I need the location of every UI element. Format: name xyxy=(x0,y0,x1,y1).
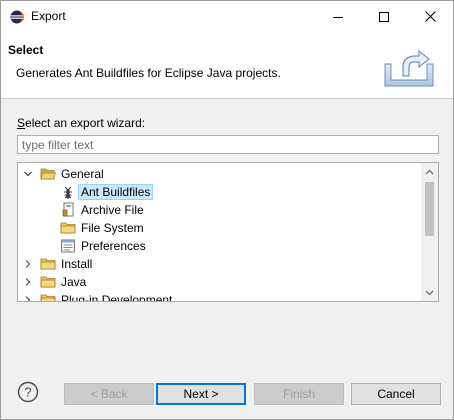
next-button[interactable]: Next > xyxy=(156,383,246,405)
export-dialog: Export Select Generates Ant Buildfiles f… xyxy=(0,0,454,420)
page-description: Generates Ant Buildfiles for Eclipse Jav… xyxy=(16,66,281,80)
chevron-right-icon[interactable] xyxy=(23,277,33,287)
wizard-content: Select an export wizard: General xyxy=(1,99,453,362)
close-icon xyxy=(424,11,436,22)
tree-item-general[interactable]: General xyxy=(18,165,422,183)
chevron-right-icon[interactable] xyxy=(23,259,33,269)
folder-icon xyxy=(40,258,56,270)
folder-open-icon xyxy=(40,168,56,180)
wizard-tree[interactable]: General Ant Buildfiles Archive File File… xyxy=(17,162,439,302)
eclipse-icon xyxy=(10,10,24,24)
chevron-down-icon[interactable] xyxy=(23,169,33,179)
title-bar: Export xyxy=(1,1,453,32)
tree-label: Ant Buildfiles xyxy=(78,184,154,200)
tree-item-ant-buildfiles[interactable]: Ant Buildfiles xyxy=(18,183,422,201)
folder-icon xyxy=(40,294,56,301)
tree-label: Install xyxy=(61,257,93,271)
tree-item-java[interactable]: Java xyxy=(18,273,422,291)
wizard-banner: Select Generates Ant Buildfiles for Ecli… xyxy=(1,32,453,98)
page-title: Select xyxy=(8,43,44,57)
folder-icon xyxy=(60,222,76,234)
chevron-down-icon xyxy=(425,290,434,295)
tree-vertical-scrollbar[interactable] xyxy=(421,163,438,301)
export-wizard-icon xyxy=(384,49,434,87)
archive-icon xyxy=(62,202,74,217)
ant-icon xyxy=(64,186,72,199)
tree-label: Plug-in Development xyxy=(61,293,173,302)
folder-icon xyxy=(40,276,56,288)
minimize-button[interactable] xyxy=(315,1,361,32)
scrollbar-thumb[interactable] xyxy=(425,182,434,236)
maximize-icon xyxy=(379,11,389,22)
tree-item-file-system[interactable]: File System xyxy=(18,219,422,237)
tree-label: Preferences xyxy=(81,239,146,253)
tree-label: Java xyxy=(61,275,87,289)
tree-item-archive-file[interactable]: Archive File xyxy=(18,201,422,219)
cancel-button[interactable]: Cancel xyxy=(351,383,441,405)
wizard-list-label: Select an export wizard: xyxy=(17,116,146,130)
preferences-icon xyxy=(61,239,75,253)
window-title: Export xyxy=(31,9,66,23)
tree-item-install[interactable]: Install xyxy=(18,255,422,273)
back-button[interactable]: < Back xyxy=(64,383,154,405)
button-bar: ? < Back Next > Finish Cancel xyxy=(1,362,453,419)
scroll-down-button[interactable] xyxy=(421,284,438,301)
tree-item-preferences[interactable]: Preferences xyxy=(18,237,422,255)
chevron-right-icon[interactable] xyxy=(23,295,33,301)
finish-button[interactable]: Finish xyxy=(254,383,344,405)
filter-input[interactable] xyxy=(17,135,439,154)
help-icon[interactable]: ? xyxy=(17,381,39,403)
maximize-button[interactable] xyxy=(361,1,407,32)
chevron-up-icon xyxy=(425,169,434,174)
close-button[interactable] xyxy=(407,1,453,32)
scroll-up-button[interactable] xyxy=(421,163,438,180)
tree-label: File System xyxy=(81,221,144,235)
tree-label: Archive File xyxy=(81,203,144,217)
minimize-icon xyxy=(333,16,343,18)
tree-item-plug-in-development[interactable]: Plug-in Development xyxy=(18,291,422,302)
svg-text:?: ? xyxy=(24,385,31,400)
tree-label: General xyxy=(61,167,104,181)
